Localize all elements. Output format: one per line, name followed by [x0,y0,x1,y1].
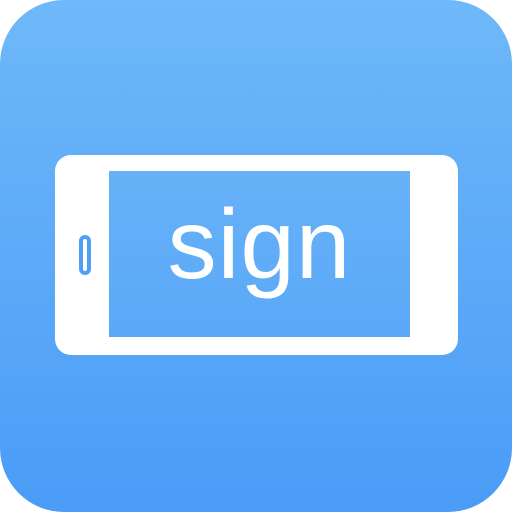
phone-home-button-icon [79,235,91,275]
sign-label: sign [167,189,352,299]
app-icon[interactable]: sign [0,0,512,512]
